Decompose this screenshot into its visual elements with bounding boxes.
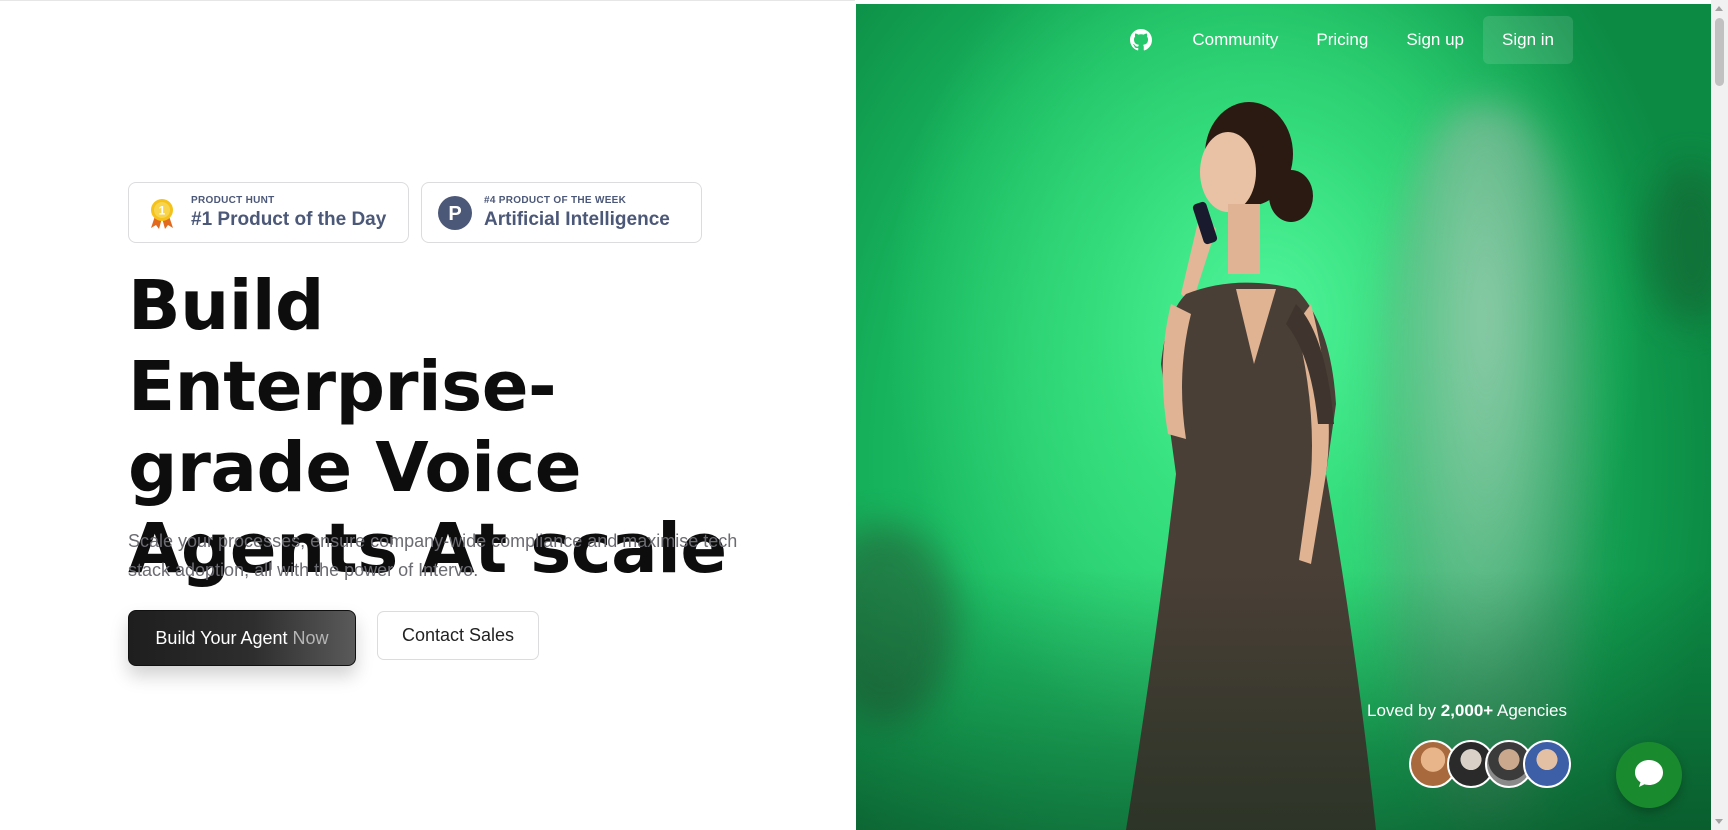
hero-shadow-overlay xyxy=(856,570,1711,830)
avatar xyxy=(1523,740,1571,788)
contact-sales-button[interactable]: Contact Sales xyxy=(377,611,539,660)
product-of-the-day-badge[interactable]: 1 PRODUCT HUNT #1 Product of the Day xyxy=(128,182,409,243)
badge-title: #1 Product of the Day xyxy=(191,208,387,230)
chat-button[interactable] xyxy=(1616,742,1682,808)
chat-bubble-icon xyxy=(1632,756,1666,795)
nav-community[interactable]: Community xyxy=(1173,16,1297,64)
svg-text:1: 1 xyxy=(159,203,166,217)
build-agent-label: Build Your Agent xyxy=(155,627,288,648)
scrollbar-thumb[interactable] xyxy=(1715,18,1724,86)
nav-sign-up[interactable]: Sign up xyxy=(1387,16,1483,64)
top-divider xyxy=(0,0,855,1)
social-proof-text: Loved by 2,000+ Agencies xyxy=(1367,701,1567,721)
badge-label: #4 PRODUCT OF THE WEEK xyxy=(484,194,627,206)
build-agent-suffix: Now xyxy=(292,627,329,648)
social-proof-suffix: Agencies xyxy=(1497,701,1567,720)
product-of-the-week-badge[interactable]: P #4 PRODUCT OF THE WEEK Artificial Inte… xyxy=(421,182,702,243)
customer-avatars xyxy=(1409,740,1571,788)
social-proof-count: 2,000+ xyxy=(1440,701,1494,720)
medal-icon: 1 xyxy=(145,196,179,230)
top-nav: Community Pricing Sign up Sign in xyxy=(1129,16,1573,64)
social-proof-prefix: Loved by xyxy=(1367,701,1436,720)
product-hunt-icon: P xyxy=(438,195,472,230)
nav-sign-in[interactable]: Sign in xyxy=(1483,16,1573,64)
badge-title: Artificial Intelligence xyxy=(484,208,670,230)
github-icon[interactable] xyxy=(1129,28,1153,52)
page-scrollbar[interactable] xyxy=(1711,0,1728,830)
build-agent-button[interactable]: Build Your Agent Now xyxy=(128,610,356,666)
scroll-up-icon[interactable] xyxy=(1715,6,1723,11)
badge-label: PRODUCT HUNT xyxy=(191,194,275,206)
hero-image: Community Pricing Sign up Sign in Loved … xyxy=(856,4,1711,830)
award-badges: 1 PRODUCT HUNT #1 Product of the Day P #… xyxy=(128,182,702,243)
scroll-down-icon[interactable] xyxy=(1715,819,1723,824)
hero-subtext: Scale your processes, ensure company-wid… xyxy=(128,531,738,580)
product-hunt-letter: P xyxy=(448,203,461,225)
nav-pricing[interactable]: Pricing xyxy=(1297,16,1387,64)
